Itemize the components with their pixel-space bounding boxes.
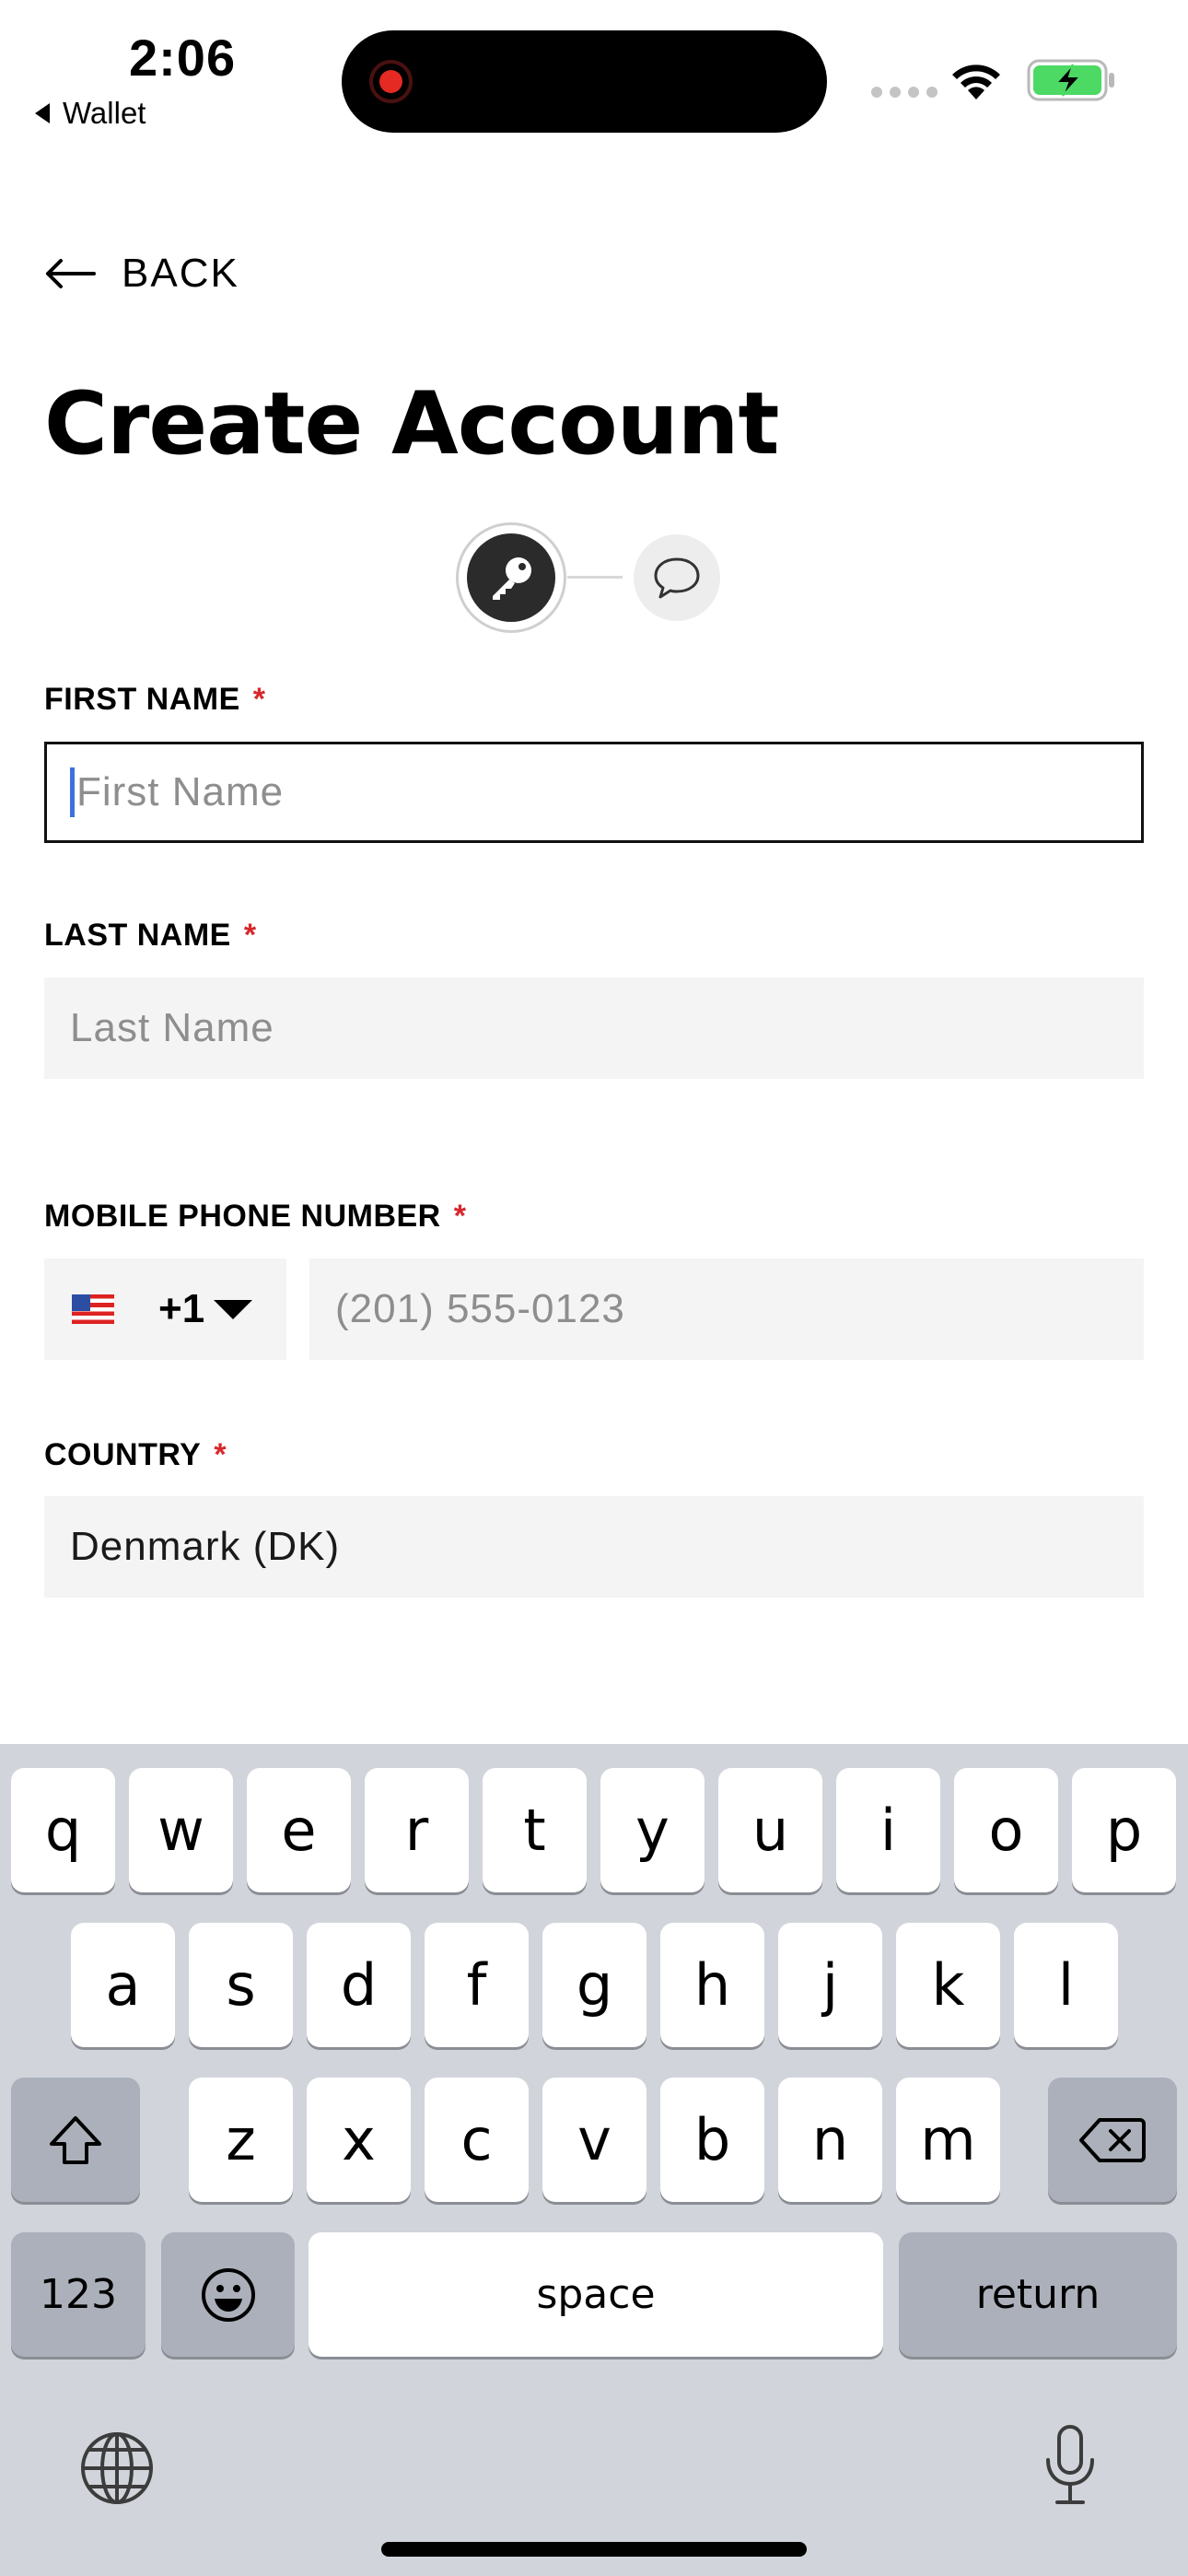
stepper-connector bbox=[567, 576, 623, 579]
us-flag-icon bbox=[72, 1294, 114, 1324]
backspace-icon bbox=[1079, 2117, 1146, 2162]
status-time: 2:06 bbox=[129, 29, 237, 87]
key-q[interactable]: q bbox=[11, 1768, 115, 1892]
key-icon bbox=[493, 557, 531, 600]
key-z[interactable]: z bbox=[189, 2078, 293, 2202]
last-name-placeholder: Last Name bbox=[70, 1005, 274, 1050]
shift-icon bbox=[50, 2115, 101, 2164]
key-p[interactable]: p bbox=[1072, 1768, 1176, 1892]
key-t[interactable]: t bbox=[483, 1768, 587, 1892]
country-label-text: COUNTRY bbox=[44, 1437, 202, 1472]
key-a[interactable]: a bbox=[71, 1923, 175, 2047]
emoji-key[interactable] bbox=[161, 2232, 295, 2357]
key-k[interactable]: k bbox=[896, 1923, 1000, 2047]
key-b[interactable]: b bbox=[660, 2078, 764, 2202]
key-d[interactable]: d bbox=[307, 1923, 411, 2047]
text-cursor bbox=[70, 767, 75, 817]
return-key[interactable]: return bbox=[899, 2232, 1177, 2357]
key-w[interactable]: w bbox=[129, 1768, 233, 1892]
key-i[interactable]: i bbox=[836, 1768, 940, 1892]
last-name-label: LAST NAME * bbox=[44, 918, 257, 954]
numbers-key[interactable]: 123 bbox=[11, 2232, 146, 2357]
key-n[interactable]: n bbox=[778, 2078, 882, 2202]
phone-label-text: MOBILE PHONE NUMBER bbox=[44, 1199, 441, 1234]
phone-label: MOBILE PHONE NUMBER * bbox=[44, 1199, 466, 1235]
battery-charging-icon bbox=[1027, 59, 1114, 101]
last-name-label-text: LAST NAME bbox=[44, 918, 231, 953]
country-value: Denmark (DK) bbox=[70, 1524, 341, 1569]
key-l[interactable]: l bbox=[1014, 1923, 1118, 2047]
cellular-signal-icon bbox=[871, 87, 938, 98]
phone-placeholder: (201) 555-0123 bbox=[335, 1286, 625, 1331]
page-title: Create Account bbox=[44, 374, 779, 474]
key-c[interactable]: c bbox=[425, 2078, 529, 2202]
key-m[interactable]: m bbox=[896, 2078, 1000, 2202]
key-y[interactable]: y bbox=[600, 1768, 705, 1892]
key-h[interactable]: h bbox=[660, 1923, 764, 2047]
key-v[interactable]: v bbox=[542, 2078, 646, 2202]
required-asterisk: * bbox=[252, 682, 266, 717]
country-code-select[interactable]: +1 bbox=[44, 1259, 286, 1360]
country-select[interactable]: Denmark (DK) bbox=[44, 1496, 1144, 1598]
step-indicator-current bbox=[456, 522, 566, 633]
key-x[interactable]: x bbox=[307, 2078, 411, 2202]
phone-input[interactable]: (201) 555-0123 bbox=[309, 1259, 1144, 1360]
emoji-icon bbox=[201, 2267, 255, 2322]
key-r[interactable]: r bbox=[365, 1768, 469, 1892]
required-asterisk: * bbox=[243, 918, 257, 953]
shift-key[interactable] bbox=[11, 2078, 140, 2202]
country-label: COUNTRY * bbox=[44, 1437, 227, 1473]
first-name-input[interactable]: First Name bbox=[44, 742, 1144, 843]
required-asterisk: * bbox=[453, 1199, 467, 1234]
country-code-value: +1 bbox=[158, 1286, 205, 1331]
first-name-placeholder: First Name bbox=[76, 769, 285, 814]
home-indicator[interactable] bbox=[381, 2542, 807, 2557]
chat-bubble-icon bbox=[654, 557, 700, 599]
key-u[interactable]: u bbox=[718, 1768, 822, 1892]
back-button[interactable]: BACK bbox=[44, 251, 239, 297]
key-g[interactable]: g bbox=[542, 1923, 646, 2047]
recording-indicator-icon bbox=[369, 60, 413, 103]
step-indicator-next bbox=[634, 534, 720, 621]
caret-down-icon bbox=[214, 1299, 253, 1319]
space-key[interactable]: space bbox=[309, 2232, 883, 2357]
globe-icon[interactable] bbox=[78, 2430, 156, 2507]
key-s[interactable]: s bbox=[189, 1923, 293, 2047]
delete-key[interactable] bbox=[1048, 2078, 1177, 2202]
key-f[interactable]: f bbox=[425, 1923, 529, 2047]
wifi-icon bbox=[952, 64, 1000, 100]
back-triangle-icon bbox=[35, 103, 50, 123]
dynamic-island bbox=[342, 30, 827, 133]
back-to-app-link[interactable]: Wallet bbox=[35, 96, 146, 131]
microphone-icon[interactable] bbox=[1041, 2423, 1100, 2508]
key-e[interactable]: e bbox=[247, 1768, 351, 1892]
first-name-label: FIRST NAME * bbox=[44, 682, 266, 718]
key-o[interactable]: o bbox=[954, 1768, 1058, 1892]
last-name-input[interactable]: Last Name bbox=[44, 978, 1144, 1079]
key-j[interactable]: j bbox=[778, 1923, 882, 2047]
arrow-left-icon bbox=[46, 259, 96, 288]
back-label: BACK bbox=[122, 251, 239, 296]
required-asterisk: * bbox=[214, 1437, 227, 1472]
first-name-label-text: FIRST NAME bbox=[44, 682, 240, 717]
back-app-label: Wallet bbox=[63, 96, 146, 130]
